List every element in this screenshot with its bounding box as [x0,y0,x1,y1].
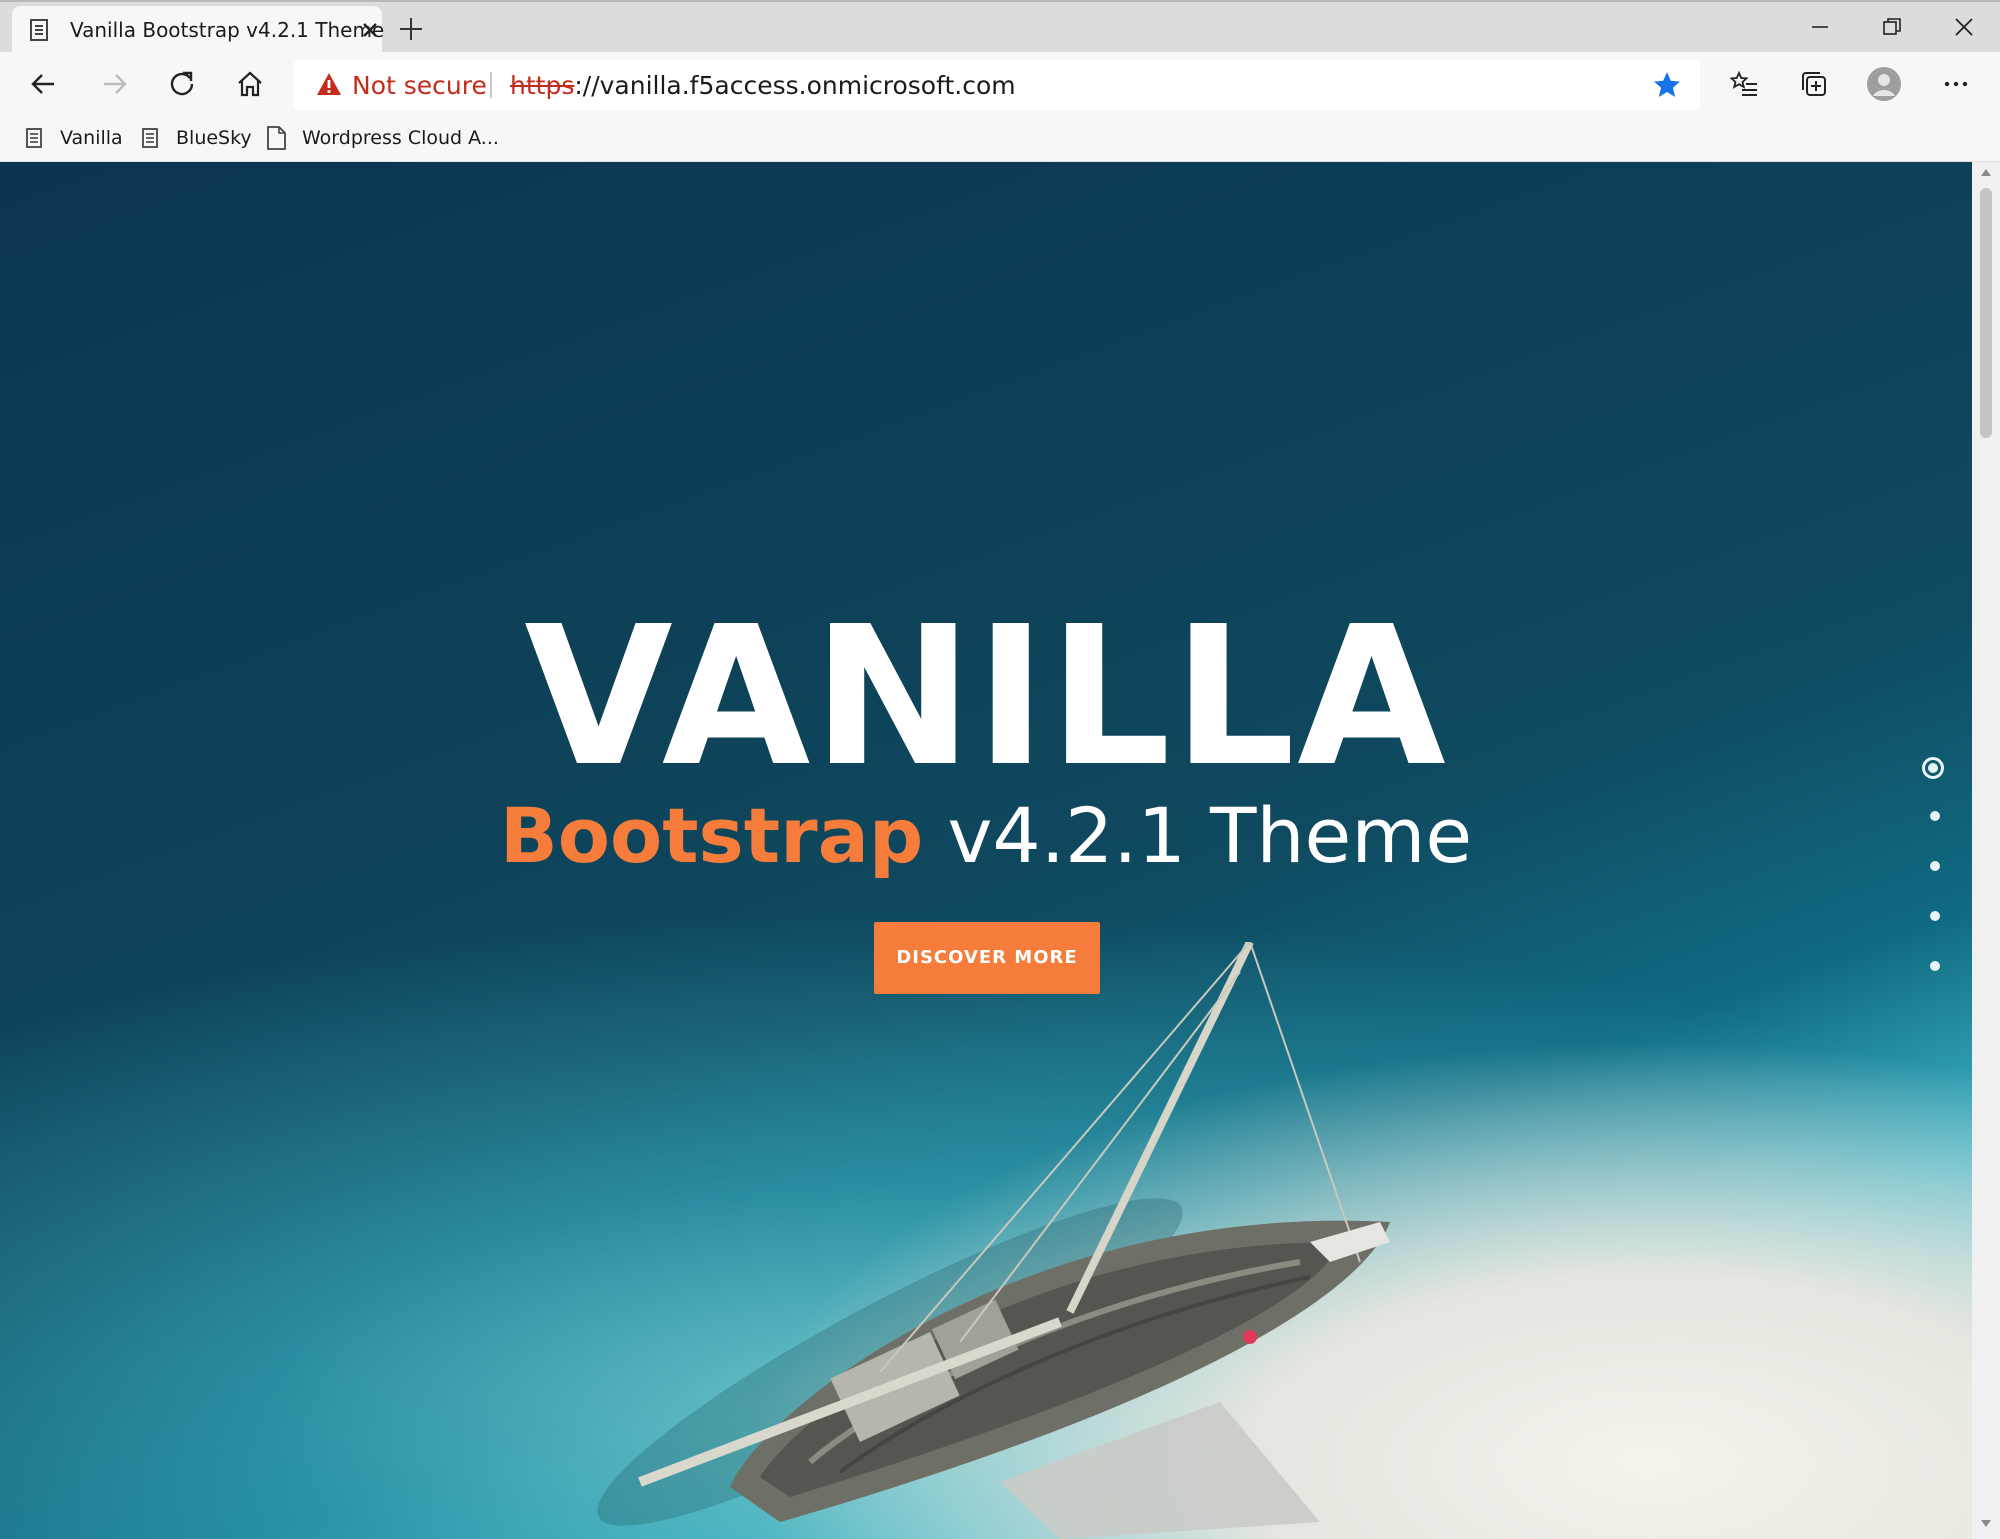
close-window-button[interactable] [1928,2,2000,52]
bookmark-label: Wordpress Cloud A... [302,127,499,149]
slide-dot-5[interactable] [1930,961,1940,971]
scroll-thumb[interactable] [1980,188,1992,438]
favorite-star-icon[interactable] [1652,70,1682,104]
toolbar: Not secure https://vanilla.f5access.onmi… [0,52,2000,116]
favorites-icon[interactable] [1726,66,1762,102]
profile-avatar[interactable] [1866,66,1902,102]
page-icon [26,128,42,148]
back-button[interactable] [26,66,62,102]
home-button[interactable] [232,66,268,102]
slide-dot-3[interactable] [1930,861,1940,871]
hero-subtitle-accent: Bootstrap [499,791,924,880]
slide-dot-4[interactable] [1930,911,1940,921]
collections-icon[interactable] [1796,66,1832,102]
minimize-button[interactable] [1784,2,1856,52]
forward-button[interactable] [96,66,132,102]
warning-icon[interactable] [316,72,342,100]
refresh-button[interactable] [164,66,200,102]
security-status[interactable]: Not secure [352,71,487,100]
scroll-up-icon[interactable] [1981,168,1991,176]
slide-dot-2[interactable] [1930,811,1940,821]
title-bar: Vanilla Bootstrap v4.2.1 Theme [0,0,2000,54]
page-icon [30,19,48,45]
address-bar[interactable]: Not secure https://vanilla.f5access.onmi… [294,60,1700,110]
more-options-icon[interactable] [1938,66,1974,102]
document-icon [267,126,286,150]
new-tab-button[interactable] [396,14,426,44]
tab-vanilla[interactable]: Vanilla Bootstrap v4.2.1 Theme [12,6,385,54]
bookmark-label: BlueSky [176,127,252,149]
bookmark-label: Vanilla [60,127,123,149]
url-host: ://vanilla.f5access.onmicrosoft.com [574,71,1016,100]
url-scheme: https [510,71,575,100]
vertical-scrollbar[interactable] [1972,162,2000,1539]
address-divider [490,72,492,98]
bookmarks-bar: Vanilla BlueSky Wordpress Cloud A... [0,116,2000,162]
hero-content: VANILLA Bootstrap v4.2.1 Theme DISCOVER … [0,162,1972,1539]
tab-title: Vanilla Bootstrap v4.2.1 Theme [70,18,385,42]
hero-title: VANILLA [524,586,1448,809]
hero-section: VANILLA Bootstrap v4.2.1 Theme DISCOVER … [0,162,1972,1539]
slide-dot-1[interactable] [1922,757,1944,779]
page-icon [142,128,158,148]
hero-subtitle: Bootstrap v4.2.1 Theme [0,798,1972,874]
discover-more-button[interactable]: DISCOVER MORE [874,922,1100,994]
restore-button[interactable] [1856,2,1928,52]
scroll-down-icon[interactable] [1981,1520,1991,1528]
url-text[interactable]: https://vanilla.f5access.onmicrosoft.com [510,71,1016,100]
close-tab-icon[interactable] [358,18,382,42]
hero-subtitle-rest: v4.2.1 Theme [923,791,1473,880]
